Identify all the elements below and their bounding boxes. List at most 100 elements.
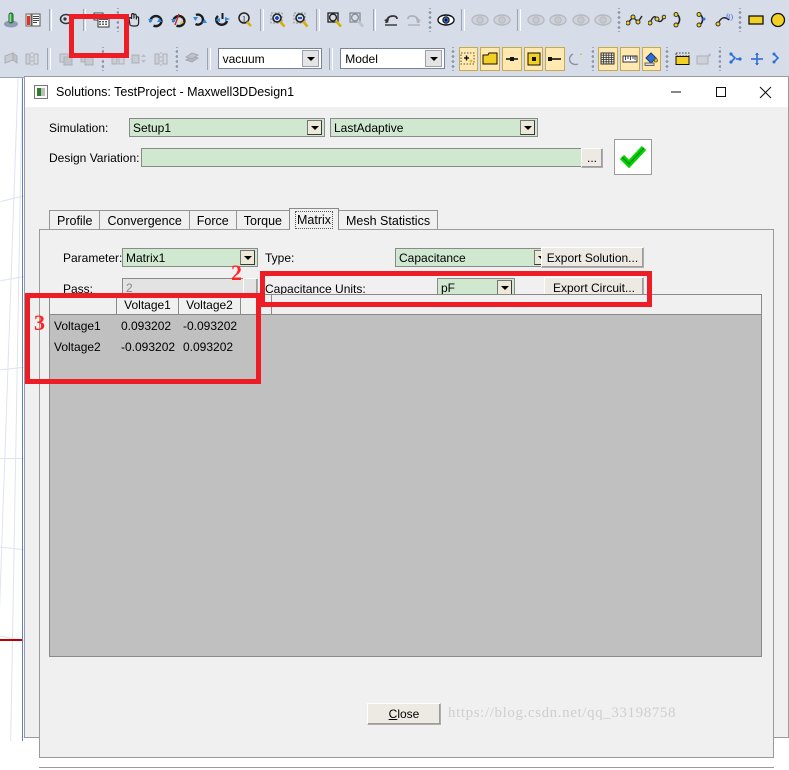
probe-icon[interactable] xyxy=(1,8,21,32)
table-row[interactable]: Voltage2 -0.093202 0.093202 xyxy=(50,336,761,357)
setup-combo[interactable]: Setup1 xyxy=(129,118,325,137)
toolbar-grip[interactable] xyxy=(428,8,432,32)
eye-icon[interactable] xyxy=(436,8,456,32)
tab-profile[interactable]: Profile xyxy=(49,210,100,230)
apply-checkmark-button[interactable] xyxy=(614,139,652,175)
hand-icon[interactable] xyxy=(123,8,143,32)
draw-equation-icon[interactable]: f() xyxy=(714,8,734,32)
draw-arc-center-icon[interactable] xyxy=(669,8,689,32)
close-dialog-button[interactable]: Close xyxy=(367,703,441,725)
add-points-icon[interactable] xyxy=(459,47,479,71)
draw-spline-icon[interactable] xyxy=(647,8,667,32)
unite-icon[interactable] xyxy=(77,47,97,71)
paint-icon[interactable] xyxy=(642,47,662,71)
draw-circle-icon[interactable] xyxy=(768,8,788,32)
zoom-select-icon[interactable] xyxy=(347,8,367,32)
matrix-column-header[interactable]: Voltage2 xyxy=(179,295,241,314)
tab-convergence[interactable]: Convergence xyxy=(99,210,189,230)
toolbar-grip[interactable] xyxy=(116,8,120,32)
edge-icon[interactable] xyxy=(502,47,522,71)
toolbar-grip[interactable] xyxy=(617,8,621,32)
duplicate-icon[interactable] xyxy=(130,47,150,71)
toolbar-grip[interactable] xyxy=(665,47,669,71)
tab-mesh-statistics[interactable]: Mesh Statistics xyxy=(338,210,438,230)
excitation-icon[interactable] xyxy=(694,47,714,71)
ruler-icon[interactable] xyxy=(620,47,640,71)
redo-view-icon[interactable] xyxy=(404,8,424,32)
draw-arc-3pt-icon[interactable] xyxy=(691,8,711,32)
hide-all-icon[interactable] xyxy=(492,8,512,32)
draw-rectangle-icon[interactable] xyxy=(746,8,766,32)
toolbar-grip[interactable] xyxy=(451,47,455,71)
export-solution-button[interactable]: Export Solution... xyxy=(541,247,644,268)
dynamic-rotate-icon[interactable] xyxy=(212,8,232,32)
type-combo[interactable]: Capacitance xyxy=(395,248,552,267)
zoom-out-icon[interactable] xyxy=(291,8,311,32)
sweep-icon[interactable] xyxy=(1,47,21,71)
draw-line-icon[interactable] xyxy=(625,8,645,32)
arc-select-icon[interactable] xyxy=(567,47,587,71)
find-icon[interactable] xyxy=(57,8,77,32)
chevron-down-icon[interactable] xyxy=(240,250,255,265)
toolbar-grip[interactable] xyxy=(175,47,179,71)
matrix-column-header[interactable]: Voltage1 xyxy=(117,295,179,314)
measure-icon[interactable] xyxy=(23,8,43,32)
validate-icon[interactable] xyxy=(768,47,788,71)
boundary-icon[interactable] xyxy=(673,47,693,71)
vertex-icon[interactable] xyxy=(545,47,565,71)
adaptive-combo[interactable]: LastAdaptive xyxy=(330,118,538,137)
analyze-all-icon[interactable] xyxy=(747,47,767,71)
tab-matrix[interactable]: Matrix xyxy=(289,208,339,230)
maximize-button[interactable] xyxy=(698,77,743,107)
object-icon[interactable] xyxy=(524,47,544,71)
chevron-down-icon[interactable] xyxy=(520,120,535,135)
subtract-icon[interactable] xyxy=(56,47,76,71)
chevron-down-icon[interactable] xyxy=(425,50,442,67)
chevron-down-icon[interactable] xyxy=(497,280,512,295)
section-icon[interactable] xyxy=(182,47,202,71)
model-combo[interactable]: Model xyxy=(340,48,445,69)
solutions-dialog[interactable]: Solutions: TestProject - Maxwell3DDesign… xyxy=(24,76,789,738)
matrix-grid[interactable]: Voltage1 Voltage2 Voltage1 0.093202 -0.0… xyxy=(49,294,762,657)
hide-object-icon[interactable] xyxy=(470,8,490,32)
solutions-icon[interactable] xyxy=(91,8,111,32)
chevron-down-icon[interactable] xyxy=(302,50,319,67)
parameter-combo[interactable]: Matrix1 xyxy=(122,248,258,267)
show-others-icon[interactable] xyxy=(593,8,613,32)
show-all-icon[interactable] xyxy=(548,8,568,32)
analyze-icon[interactable] xyxy=(725,47,745,71)
zoom-fit-icon[interactable]: 1 xyxy=(235,8,255,32)
rotate-icon[interactable] xyxy=(146,8,166,32)
tab-force[interactable]: Force xyxy=(189,210,237,230)
zoom-in-icon[interactable] xyxy=(269,8,289,32)
toolbar-area[interactable]: 1 xyxy=(0,0,789,78)
dialog-titlebar[interactable]: Solutions: TestProject - Maxwell3DDesign… xyxy=(25,77,788,107)
table-row[interactable]: Voltage1 0.093202 -0.093202 xyxy=(50,315,761,336)
duplicate-mirror-icon[interactable] xyxy=(151,47,171,71)
chevron-down-icon[interactable] xyxy=(307,120,322,135)
show-object-icon[interactable] xyxy=(526,8,546,32)
close-button[interactable] xyxy=(743,77,788,107)
mirror-icon[interactable] xyxy=(23,47,43,71)
zoom-window-icon[interactable] xyxy=(325,8,345,32)
show-selected-icon[interactable] xyxy=(571,8,591,32)
window-controls[interactable] xyxy=(653,77,788,107)
face-icon[interactable] xyxy=(480,47,500,71)
toolbar-row-1[interactable]: 1 xyxy=(0,0,789,39)
tab-torque[interactable]: Torque xyxy=(236,210,290,230)
tab-strip[interactable]: Profile Convergence Force Torque Matrix … xyxy=(49,208,437,230)
spin-icon[interactable] xyxy=(190,8,210,32)
design-variation-input[interactable] xyxy=(141,148,593,167)
toolbar-grip[interactable] xyxy=(101,47,105,71)
rotate-axis-icon[interactable] xyxy=(168,8,188,32)
toolbar-grip[interactable] xyxy=(718,47,722,71)
undo-view-icon[interactable] xyxy=(381,8,401,32)
material-combo[interactable]: vacuum xyxy=(218,48,323,69)
toolbar-row-2[interactable]: vacuum Model xyxy=(0,39,789,78)
toolbar-grip[interactable] xyxy=(738,8,742,32)
design-variation-browse-button[interactable]: ... xyxy=(581,148,603,168)
split-icon[interactable] xyxy=(108,47,128,71)
toolbar-grip[interactable] xyxy=(591,47,595,71)
mesh-icon[interactable] xyxy=(598,47,618,71)
minimize-button[interactable] xyxy=(653,77,698,107)
